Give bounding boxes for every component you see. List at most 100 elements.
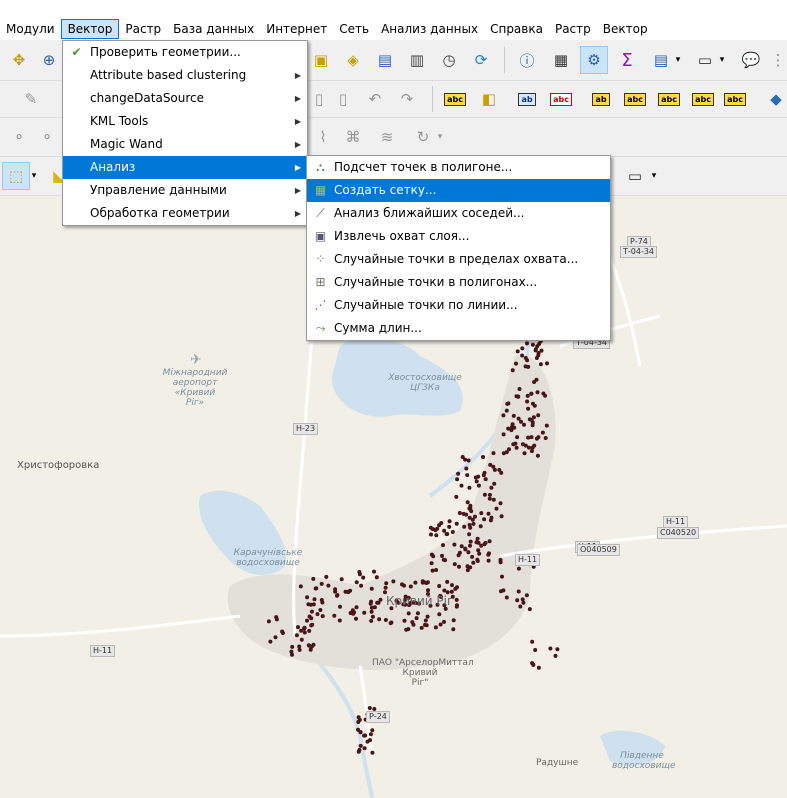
map-point (482, 492, 487, 497)
python-icon[interactable]: ◆ (766, 86, 786, 112)
menu-internet[interactable]: Интернет (260, 19, 333, 39)
pin-label-2-icon[interactable]: ab (588, 86, 614, 112)
menu-network[interactable]: Сеть (333, 19, 375, 39)
spatial-bookmark-icon[interactable]: ▤ (372, 47, 398, 73)
chevron-down-icon[interactable]: ▾ (716, 47, 728, 73)
map-point (431, 554, 436, 559)
menu-item-kml-tools[interactable]: KML Tools ▶ (63, 110, 307, 133)
menu-item-random-points-extent[interactable]: ⁘ Случайные точки в пределах охвата... (307, 248, 610, 271)
chevron-down-icon[interactable]: ▾ (28, 163, 40, 189)
chevron-down-icon[interactable]: ▾ (434, 124, 446, 150)
menu-item-count-points[interactable]: ⛬ Подсчет точек в полигоне... (307, 156, 610, 179)
shape-ellipse-icon[interactable]: ⚬ (34, 124, 60, 150)
digitize-icon[interactable]: ✎ (18, 86, 44, 112)
chevron-down-icon[interactable]: ▾ (672, 47, 684, 73)
map-point (451, 618, 456, 623)
measure-line-icon[interactable]: ▭ (692, 47, 718, 73)
map-point (521, 600, 526, 605)
map-point (308, 647, 313, 652)
statistics-sum-icon[interactable]: Σ (614, 47, 640, 73)
map-point (468, 539, 473, 544)
menu-help[interactable]: Справка (484, 19, 549, 39)
map-point (354, 580, 359, 585)
split-parts-icon[interactable]: ⌘ (340, 124, 366, 150)
zoom-in-icon[interactable]: ⊕ (36, 47, 62, 73)
map-point (452, 562, 457, 567)
rotate-point-icon[interactable]: ↻ (410, 124, 436, 150)
map-point (544, 423, 549, 428)
map-point (411, 622, 416, 627)
map-point (520, 597, 525, 602)
rotate-label-icon[interactable]: abc (690, 86, 716, 112)
identify-icon[interactable]: ⓘ (514, 47, 540, 73)
menu-item-check-geometries[interactable]: ✔ Проверить геометрии... (63, 41, 307, 64)
map-point (487, 496, 492, 501)
menu-modules[interactable]: Модули (0, 19, 61, 39)
map-point (400, 582, 404, 587)
map-point (526, 364, 531, 369)
menu-item-create-grid[interactable]: ▦ Создать сетку... (307, 179, 610, 202)
shape-circle-icon[interactable]: ⚬ (6, 124, 32, 150)
menu-item-analysis[interactable]: Анализ ▶ (63, 156, 307, 179)
menu-data-analysis[interactable]: Анализ данных (375, 19, 484, 39)
menu-item-random-points-line[interactable]: ⋰ Случайные точки по линии... (307, 294, 610, 317)
map-point (377, 617, 382, 622)
menu-item-magic-wand[interactable]: Magic Wand ▶ (63, 133, 307, 156)
map-point (362, 746, 367, 751)
annotation-icon[interactable]: 💬 (738, 47, 764, 73)
field-calculator-icon[interactable]: ▤ (648, 47, 674, 73)
chevron-right-icon: ▶ (294, 71, 301, 80)
open-layout-icon[interactable]: ▭ (622, 163, 648, 189)
map-point (532, 443, 537, 448)
menu-item-attribute-clustering[interactable]: Attribute based clustering ▶ (63, 64, 307, 87)
highlight-label-icon[interactable]: abc (548, 86, 574, 112)
map-point (533, 347, 538, 352)
map-point (540, 430, 545, 435)
menu-database[interactable]: База данных (167, 19, 260, 39)
change-label-icon[interactable]: abc (722, 86, 748, 112)
menu-vector[interactable]: Вектор (60, 19, 120, 39)
move-label-icon[interactable]: abc (656, 86, 682, 112)
toolbar-overflow-icon[interactable]: ⋮ (770, 47, 786, 73)
label-tool-icon[interactable]: abc (442, 86, 468, 112)
map-point (302, 630, 307, 635)
show-bookmarks-icon[interactable]: ◈ (340, 47, 366, 73)
menu-item-layer-extent[interactable]: ▣ Извлечь охват слоя... (307, 225, 610, 248)
map-point (487, 539, 492, 544)
map-point (335, 593, 339, 598)
map-point (383, 585, 388, 590)
map-point (511, 442, 516, 447)
map-point (501, 413, 506, 418)
new-bookmark-icon[interactable]: ▣ (308, 47, 334, 73)
menu-item-nearest-neighbour[interactable]: ⟋ Анализ ближайших соседей... (307, 202, 610, 225)
book-icon[interactable]: ▥ (404, 47, 430, 73)
chevron-right-icon: ▶ (294, 186, 301, 195)
menu-vector-2[interactable]: Вектор (597, 19, 654, 39)
temporal-clock-icon[interactable]: ◷ (436, 47, 462, 73)
menu-item-random-points-polygons[interactable]: ⊞ Случайные точки в полигонах... (307, 271, 610, 294)
show-label-icon[interactable]: abc (622, 86, 648, 112)
menu-raster[interactable]: Растр (119, 19, 167, 39)
paste-icon[interactable]: ▯ (306, 86, 332, 112)
menu-item-data-management[interactable]: Управление данными ▶ (63, 179, 307, 202)
copy-icon[interactable]: ▯ (330, 86, 356, 112)
pan-icon[interactable]: ✥ (6, 47, 32, 73)
map-point (515, 435, 520, 440)
undo-icon[interactable]: ↶ (362, 86, 388, 112)
pin-label-icon[interactable]: ab (514, 86, 540, 112)
map-point (523, 443, 528, 448)
menu-item-geometry-tools[interactable]: Обработка геометрии ▶ (63, 202, 307, 225)
reshape-icon[interactable]: ⌇ (310, 124, 336, 150)
redo-icon[interactable]: ↷ (394, 86, 420, 112)
menu-item-sum-line-lengths[interactable]: ⤳ Сумма длин... (307, 317, 610, 340)
menu-item-change-data-source[interactable]: changeDataSource ▶ (63, 87, 307, 110)
diagram-icon[interactable]: ◧ (476, 86, 502, 112)
merge-features-icon[interactable]: ≋ (374, 124, 400, 150)
settings-gear-icon[interactable]: ⚙ (580, 46, 608, 74)
map-point (414, 616, 419, 621)
menu-raster-2[interactable]: Растр (549, 19, 597, 39)
attribute-table-icon[interactable]: ▦ (548, 47, 574, 73)
select-features-icon[interactable]: ⬚ (2, 162, 30, 190)
chevron-down-icon[interactable]: ▾ (648, 163, 660, 189)
refresh-icon[interactable]: ⟳ (468, 47, 494, 73)
